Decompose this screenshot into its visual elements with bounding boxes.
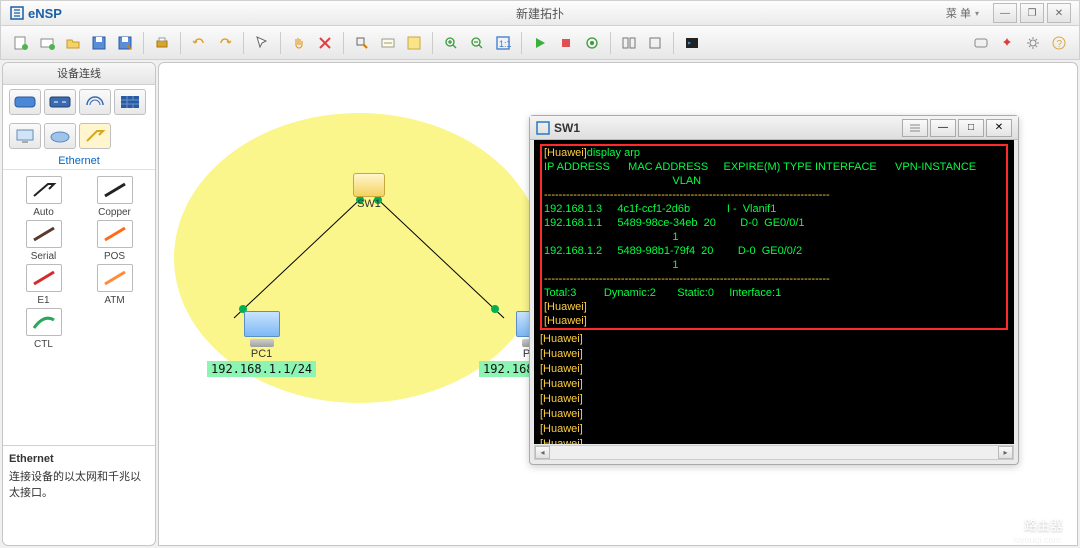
zoom-out-button[interactable] — [465, 31, 489, 55]
pan-button[interactable] — [287, 31, 311, 55]
switch-icon — [353, 173, 385, 197]
h-scrollbar[interactable]: ◂ ▸ — [534, 445, 1014, 460]
svg-text:?: ? — [1057, 39, 1063, 50]
console-close-button[interactable]: ✕ — [986, 119, 1012, 137]
node-pc1[interactable]: PC1 192.168.1.1/24 — [207, 311, 316, 377]
zoom-button[interactable] — [350, 31, 374, 55]
new-button[interactable] — [9, 31, 33, 55]
zoom-in-button[interactable] — [439, 31, 463, 55]
device-category-row-1 — [3, 85, 155, 119]
app-name: eNSP — [28, 6, 62, 21]
link-serial[interactable]: Serial — [13, 220, 74, 262]
category-label: Ethernet — [3, 153, 155, 170]
console-minimize-button[interactable]: — — [930, 119, 956, 137]
window-title: 新建拓扑 — [516, 5, 564, 22]
save-as-button[interactable] — [113, 31, 137, 55]
logo-icon — [9, 5, 25, 21]
ip-label: 192.168.1.1/24 — [207, 361, 316, 377]
watermark-text: 路由器 — [1024, 515, 1063, 534]
device-category-row-2 — [3, 119, 155, 153]
zoom-fit-button[interactable]: 1:1 — [491, 31, 515, 55]
save-button[interactable] — [87, 31, 111, 55]
link-label: Serial — [31, 251, 57, 262]
delete-button[interactable] — [313, 31, 337, 55]
scroll-left-button[interactable]: ◂ — [535, 446, 550, 459]
help-button[interactable]: ? — [1047, 31, 1071, 55]
new-device-button[interactable] — [35, 31, 59, 55]
link-pos[interactable]: POS — [84, 220, 145, 262]
device-panel: 设备连线 Ethernet Auto Copper Serial POS — [2, 62, 156, 546]
link-category[interactable] — [79, 123, 111, 149]
palette-button[interactable] — [402, 31, 426, 55]
print-button[interactable] — [150, 31, 174, 55]
settings-button[interactable] — [1021, 31, 1045, 55]
undo-button[interactable] — [187, 31, 211, 55]
watermark-icon — [998, 513, 1020, 535]
console-maximize-button[interactable]: □ — [958, 119, 984, 137]
close-button[interactable]: ✕ — [1047, 3, 1071, 23]
link-label: E1 — [37, 295, 49, 306]
node-label: PC1 — [248, 347, 275, 361]
link-label: Copper — [98, 207, 131, 218]
pc-icon — [242, 311, 282, 347]
desc-body: 连接设备的以太网和千兆以太接口。 — [9, 470, 149, 501]
layout-button[interactable] — [617, 31, 641, 55]
switch-category[interactable] — [44, 89, 76, 115]
firewall-category[interactable] — [114, 89, 146, 115]
minimize-button[interactable]: — — [993, 3, 1017, 23]
select-button[interactable] — [250, 31, 274, 55]
start-button[interactable] — [528, 31, 552, 55]
wlan-category[interactable] — [79, 89, 111, 115]
pc-category[interactable] — [9, 123, 41, 149]
link-copper[interactable]: Copper — [84, 176, 145, 218]
terminal-button[interactable] — [680, 31, 704, 55]
menu-button[interactable]: 菜 单 — [935, 1, 990, 25]
description-box: Ethernet 连接设备的以太网和千兆以太接口。 — [3, 445, 155, 545]
huawei-button[interactable] — [995, 31, 1019, 55]
console-title: SW1 — [554, 121, 580, 135]
link-label: ATM — [104, 295, 124, 306]
app-logo: eNSP — [9, 5, 62, 21]
console-icon — [536, 121, 550, 135]
redo-button[interactable] — [213, 31, 237, 55]
watermark: 路由器 — [998, 513, 1063, 535]
text-button[interactable] — [376, 31, 400, 55]
title-bar: eNSP 新建拓扑 菜 单 — ❐ ✕ — [0, 0, 1080, 26]
stop-button[interactable] — [554, 31, 578, 55]
desc-title: Ethernet — [9, 452, 149, 467]
node-label: SW1 — [354, 197, 384, 211]
link-grid: Auto Copper Serial POS E1 ATM CTL — [3, 170, 155, 356]
link-label: CTL — [34, 339, 53, 350]
console-window[interactable]: SW1 — □ ✕ [Huawei]display arp IP ADDRESS… — [529, 115, 1019, 465]
terminal-output[interactable]: [Huawei]display arp IP ADDRESS MAC ADDRE… — [534, 140, 1014, 444]
open-button[interactable] — [61, 31, 85, 55]
main-toolbar: 1:1 ? — [0, 26, 1080, 60]
maximize-button[interactable]: ❐ — [1020, 3, 1044, 23]
link-atm[interactable]: ATM — [84, 264, 145, 306]
link-e1[interactable]: E1 — [13, 264, 74, 306]
console-options-button[interactable] — [902, 119, 928, 137]
message-button[interactable] — [969, 31, 993, 55]
cloud-category[interactable] — [44, 123, 76, 149]
topology-canvas[interactable]: SW1 PC1 192.168.1.1/24 PC2 192.168.1.2/2… — [158, 62, 1078, 546]
svg-text:1:1: 1:1 — [499, 39, 511, 49]
scroll-right-button[interactable]: ▸ — [998, 446, 1013, 459]
panel-header: 设备连线 — [3, 63, 155, 85]
node-sw1[interactable]: SW1 — [353, 173, 385, 211]
watermark-sub: iuyouqi.com — [1013, 535, 1061, 545]
window-button[interactable] — [643, 31, 667, 55]
capture-button[interactable] — [580, 31, 604, 55]
console-titlebar[interactable]: SW1 — □ ✕ — [530, 116, 1018, 140]
link-ctl[interactable]: CTL — [13, 308, 74, 350]
link-label: POS — [104, 251, 125, 262]
link-label: Auto — [33, 207, 54, 218]
router-category[interactable] — [9, 89, 41, 115]
link-auto[interactable]: Auto — [13, 176, 74, 218]
